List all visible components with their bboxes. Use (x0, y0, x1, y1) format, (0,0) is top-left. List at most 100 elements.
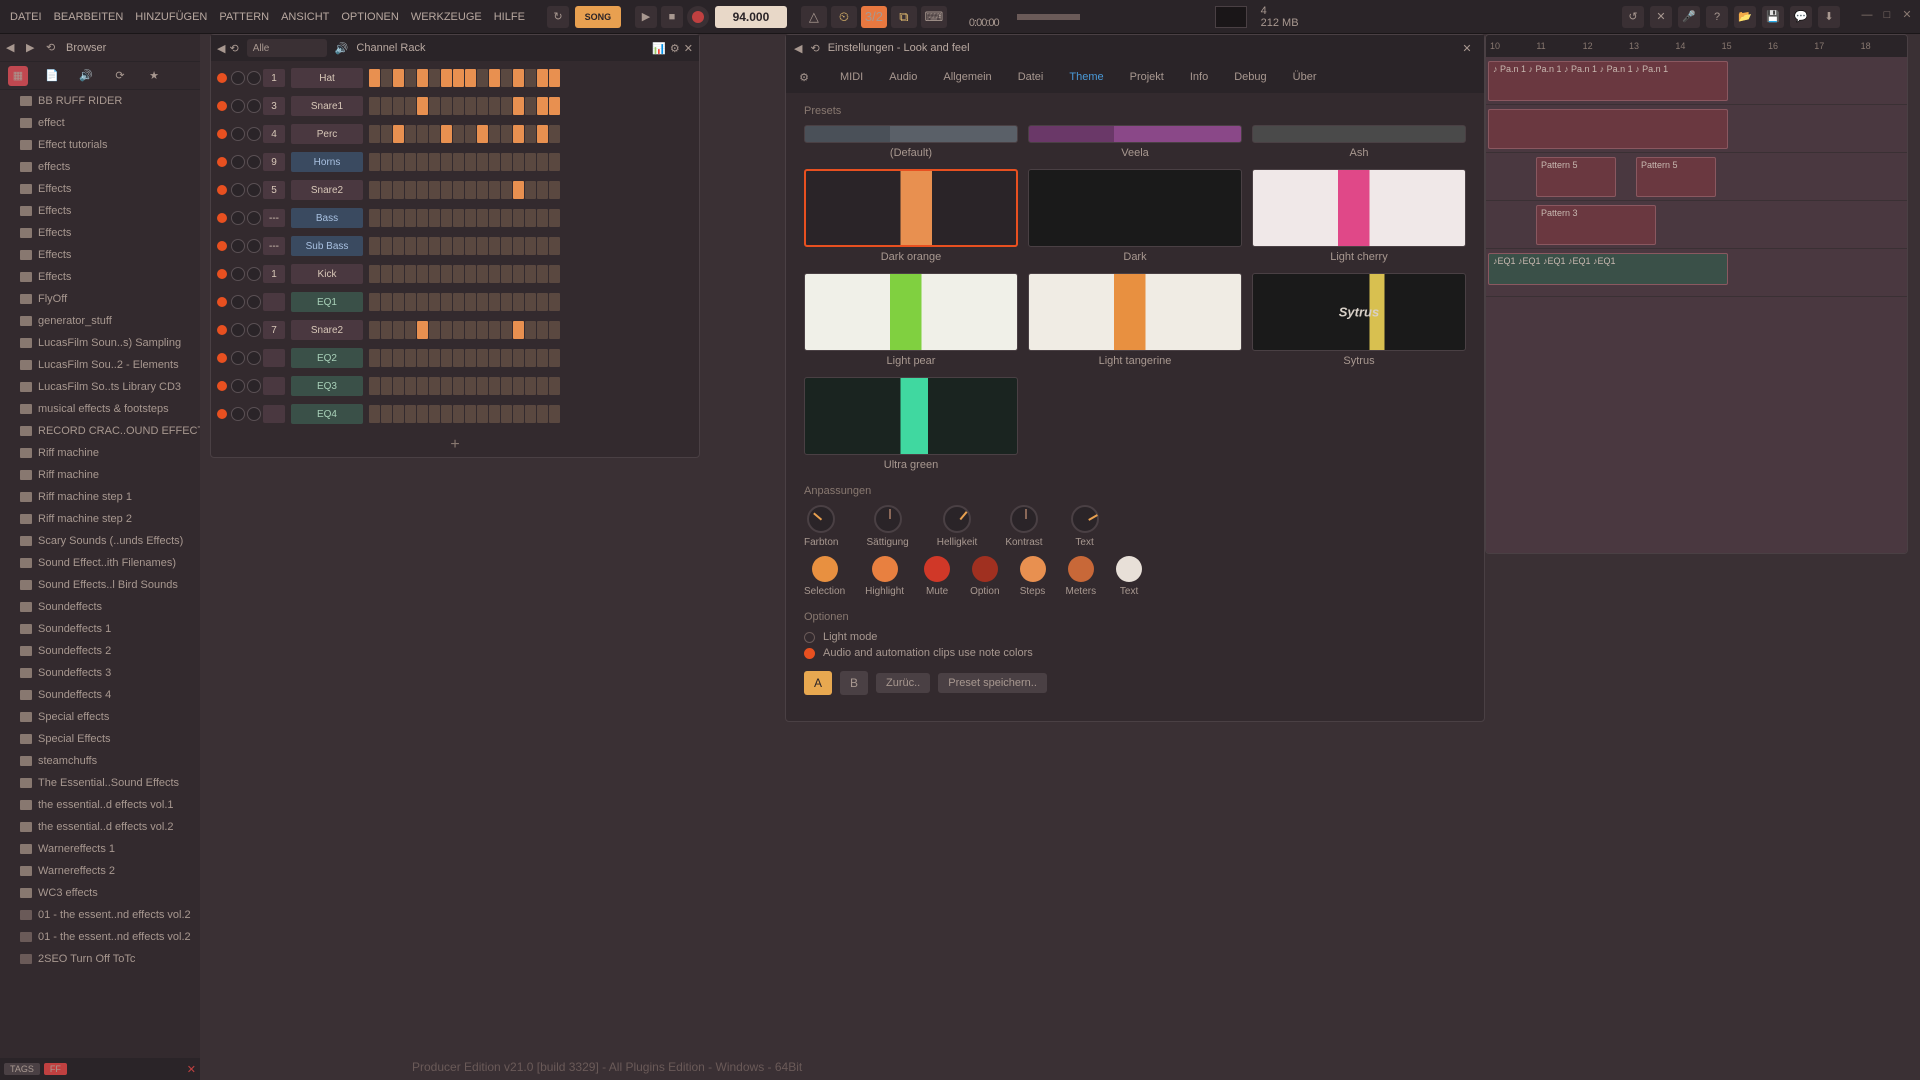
stop-button[interactable]: ■ (661, 6, 683, 28)
step-sequencer[interactable] (369, 181, 560, 199)
step[interactable] (549, 209, 560, 227)
step[interactable] (393, 349, 404, 367)
channel-name[interactable]: EQ1 (291, 292, 363, 312)
step[interactable] (441, 237, 452, 255)
channel-number[interactable] (263, 293, 285, 311)
channel-number[interactable]: --- (263, 237, 285, 255)
step[interactable] (429, 125, 440, 143)
tab-projekt[interactable]: Projekt (1118, 65, 1176, 89)
pan-knob[interactable] (231, 267, 245, 281)
step[interactable] (525, 181, 536, 199)
step[interactable] (513, 293, 524, 311)
browser-item[interactable]: Soundeffects 3 (0, 662, 200, 684)
tempo-display[interactable]: 94.000 (715, 6, 787, 28)
step[interactable] (381, 153, 392, 171)
st-back-icon[interactable]: ◀ (794, 42, 802, 55)
vol-knob[interactable] (247, 407, 261, 421)
tab-debug[interactable]: Debug (1222, 65, 1278, 89)
vol-knob[interactable] (247, 239, 261, 253)
step[interactable] (513, 321, 524, 339)
step[interactable] (465, 125, 476, 143)
step[interactable] (369, 209, 380, 227)
step[interactable] (393, 125, 404, 143)
cr-reload-icon[interactable]: ⟲ (229, 42, 238, 55)
step[interactable] (441, 293, 452, 311)
channel-number[interactable] (263, 377, 285, 395)
step[interactable] (429, 97, 440, 115)
step[interactable] (549, 153, 560, 171)
ab-b-button[interactable]: B (840, 671, 868, 695)
step[interactable] (549, 97, 560, 115)
record-button[interactable] (687, 6, 709, 28)
knob-farbton[interactable]: Farbton (804, 505, 838, 548)
browser-item[interactable]: 2SEO Turn Off ToTc (0, 948, 200, 970)
channel-name[interactable]: EQ4 (291, 404, 363, 424)
step[interactable] (453, 293, 464, 311)
step[interactable] (405, 405, 416, 423)
browser-item[interactable]: The Essential..Sound Effects (0, 772, 200, 794)
browser-item[interactable]: LucasFilm So..ts Library CD3 (0, 376, 200, 398)
step[interactable] (381, 209, 392, 227)
step[interactable] (393, 153, 404, 171)
step[interactable] (393, 293, 404, 311)
browser-item[interactable]: LucasFilm Sou..2 - Elements (0, 354, 200, 376)
channel-led[interactable] (217, 213, 227, 223)
step[interactable] (501, 293, 512, 311)
vol-knob[interactable] (247, 323, 261, 337)
step[interactable] (381, 321, 392, 339)
step-sequencer[interactable] (369, 125, 560, 143)
browser-item[interactable]: 01 - the essent..nd effects vol.2 (0, 926, 200, 948)
step-sequencer[interactable] (369, 97, 560, 115)
channel-name[interactable]: Snare2 (291, 320, 363, 340)
step[interactable] (501, 237, 512, 255)
step[interactable] (525, 69, 536, 87)
pan-knob[interactable] (231, 127, 245, 141)
channel-name[interactable]: Hat (291, 68, 363, 88)
browser-item[interactable]: Special effects (0, 706, 200, 728)
render-icon[interactable]: 💬 (1790, 6, 1812, 28)
step[interactable] (477, 181, 488, 199)
step[interactable] (393, 69, 404, 87)
pan-knob[interactable] (231, 155, 245, 169)
step[interactable] (477, 153, 488, 171)
minimize-button[interactable]: — (1858, 6, 1876, 24)
channel-led[interactable] (217, 325, 227, 335)
swatch-selection[interactable]: Selection (804, 556, 845, 597)
step[interactable] (417, 321, 428, 339)
step[interactable] (429, 377, 440, 395)
browser-item[interactable]: LucasFilm Soun..s) Sampling (0, 332, 200, 354)
step[interactable] (549, 377, 560, 395)
maximize-button[interactable]: □ (1878, 6, 1896, 24)
tag-ff[interactable]: FF (44, 1063, 67, 1075)
step[interactable] (369, 125, 380, 143)
theme-preset-ultragreen[interactable]: Ultra green (804, 377, 1018, 471)
step[interactable] (441, 97, 452, 115)
browser-item[interactable]: musical effects & footsteps (0, 398, 200, 420)
step-sequencer[interactable] (369, 293, 560, 311)
channel-led[interactable] (217, 129, 227, 139)
channel-led[interactable] (217, 157, 227, 167)
step[interactable] (393, 321, 404, 339)
step[interactable] (549, 237, 560, 255)
browser-item[interactable]: RECORD CRAC..OUND EFFECT (0, 420, 200, 442)
step[interactable] (393, 209, 404, 227)
step[interactable] (525, 125, 536, 143)
step[interactable] (465, 237, 476, 255)
countdown-icon[interactable]: ⏲ (831, 6, 857, 28)
swatch-option[interactable]: Option (970, 556, 999, 597)
step[interactable] (501, 97, 512, 115)
settings-close-button[interactable]: ✕ (1458, 39, 1476, 57)
step[interactable] (489, 405, 500, 423)
step[interactable] (429, 237, 440, 255)
browser-view-1[interactable]: ▦ (8, 66, 28, 86)
step[interactable] (537, 237, 548, 255)
browser-item[interactable]: effects (0, 156, 200, 178)
step[interactable] (441, 209, 452, 227)
audio-colors-option[interactable]: Audio and automation clips use note colo… (804, 647, 1466, 659)
reset-button[interactable]: Zurüc.. (876, 673, 930, 693)
pan-knob[interactable] (231, 295, 245, 309)
step[interactable] (417, 209, 428, 227)
metronome-icon[interactable]: △ (801, 6, 827, 28)
loop-icon[interactable]: ↻ (547, 6, 569, 28)
channel-name[interactable]: EQ2 (291, 348, 363, 368)
